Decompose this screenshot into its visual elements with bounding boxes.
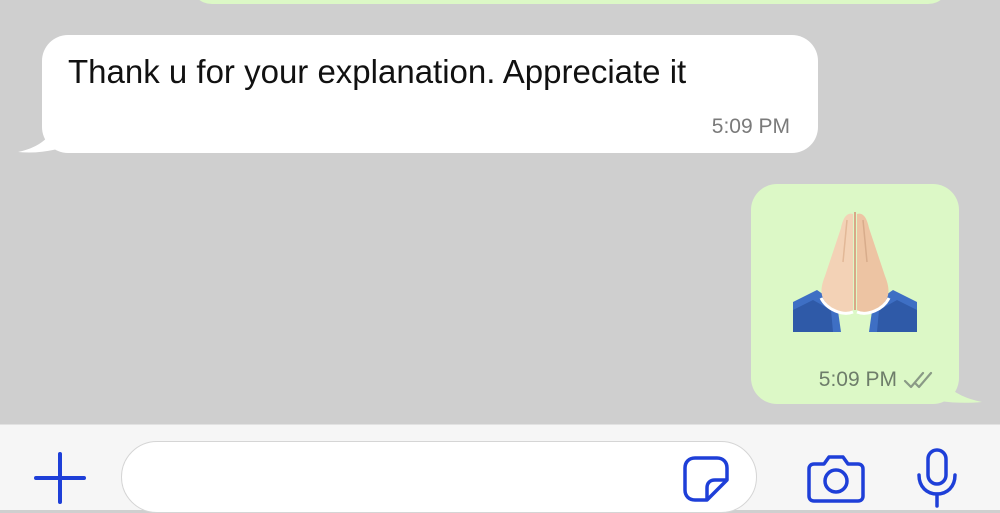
outgoing-message-meta: 5:09 PM bbox=[819, 368, 935, 392]
double-check-icon bbox=[903, 371, 933, 389]
message-timestamp: 5:09 PM bbox=[818, 368, 897, 391]
microphone-icon[interactable] bbox=[914, 447, 960, 509]
outgoing-message-bubble[interactable]: 5:09 PM bbox=[751, 184, 959, 404]
message-text: Thank u for your explanation. Appreciate… bbox=[68, 53, 687, 90]
incoming-message-bubble[interactable]: Thank u for your explanation. Appreciate… bbox=[42, 35, 818, 153]
folded-hands-emoji bbox=[793, 212, 917, 332]
previous-outgoing-bubble[interactable] bbox=[190, 0, 950, 4]
plus-icon[interactable] bbox=[32, 450, 88, 506]
message-input[interactable] bbox=[146, 460, 670, 496]
chat-area: Thank u for your explanation. Appreciate… bbox=[0, 0, 1000, 424]
message-input-field[interactable] bbox=[121, 441, 757, 513]
message-composer bbox=[0, 424, 1000, 513]
sticker-icon[interactable] bbox=[681, 454, 731, 504]
message-timestamp: 5:09 PM bbox=[711, 115, 790, 138]
camera-icon[interactable] bbox=[806, 452, 866, 504]
